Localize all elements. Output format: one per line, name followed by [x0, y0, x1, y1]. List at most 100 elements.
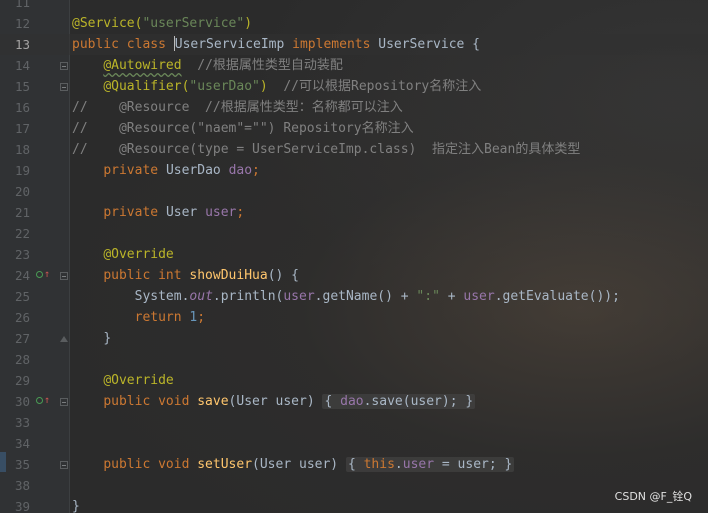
keyword: return — [134, 310, 190, 325]
code-line[interactable]: 24 ↑ public int showDuiHua() { — [0, 265, 708, 286]
fold-marker-icon[interactable] — [60, 272, 68, 280]
line-number: 28 — [14, 352, 30, 367]
keyword: private — [103, 163, 166, 178]
fold-marker-icon[interactable] — [60, 461, 68, 469]
code-punctuation: { — [347, 457, 364, 472]
code-line[interactable]: 26 return 1; — [0, 307, 708, 328]
code-punctuation: . — [394, 457, 403, 472]
string-literal: "userService" — [142, 16, 245, 31]
annotation: @Autowired — [103, 58, 182, 73]
annotation: @Qualifier( — [103, 79, 190, 94]
annotation: ) — [244, 16, 253, 31]
class-name: UserServiceImp — [174, 37, 285, 52]
code-line[interactable]: 22 — [0, 223, 708, 244]
line-number: 23 — [14, 247, 30, 262]
line-number: 16 — [14, 100, 30, 115]
code-line[interactable]: 30 ↑ public void save(User user) { dao.s… — [0, 391, 708, 412]
code-line[interactable]: 20 — [0, 181, 708, 202]
override-gutter-icon[interactable]: ↑ — [36, 270, 50, 282]
code-line[interactable]: 23 @Override — [0, 244, 708, 265]
field-name: user — [463, 289, 495, 304]
line-number: 12 — [14, 16, 30, 31]
code-line-current[interactable]: 13 public class UserServiceImp implement… — [0, 34, 708, 55]
line-number: 39 — [14, 499, 30, 513]
field-name: user — [402, 457, 435, 472]
annotation: @Override — [103, 373, 174, 388]
code-line[interactable]: 11 — [0, 0, 708, 13]
code-text: @Service("userService") — [72, 13, 252, 34]
semicolon: ; — [252, 163, 260, 178]
code-line[interactable]: 33 — [0, 412, 708, 433]
code-text: } — [72, 328, 111, 349]
collapsed-body[interactable]: { dao.save(user); } — [322, 394, 476, 409]
code-text: public int showDuiHua() { — [72, 265, 299, 286]
override-gutter-icon[interactable]: ↑ — [36, 396, 50, 408]
field-name: user — [205, 205, 237, 220]
line-number: 27 — [14, 331, 30, 346]
code-punctuation: () { — [267, 268, 299, 283]
collapsed-body[interactable]: { this.user = user; } — [345, 457, 515, 472]
line-number: 38 — [14, 478, 30, 493]
fold-marker-icon[interactable] — [60, 398, 68, 406]
method-name: showDuiHua — [189, 268, 268, 283]
code-line[interactable]: 29 @Override — [0, 370, 708, 391]
code-text: System.out.println(user.getName() + ":" … — [72, 286, 620, 307]
code-text: public void save(User user) { dao.save(u… — [72, 391, 476, 412]
string-literal: ":" — [416, 289, 440, 304]
code-token: .save(user); — [363, 394, 466, 409]
annotation: ) — [259, 79, 268, 94]
keyword: private — [103, 205, 166, 220]
code-line[interactable]: 28 — [0, 349, 708, 370]
static-field: out — [189, 289, 213, 304]
code-text: @Override — [72, 370, 174, 391]
line-number: 19 — [14, 163, 30, 178]
code-line[interactable]: 15 @Qualifier("userDao") //可以根据Repositor… — [0, 76, 708, 97]
code-text: @Autowired //根据属性类型自动装配 — [72, 55, 343, 76]
interface-name: UserService { — [378, 37, 480, 52]
semicolon: ; — [236, 205, 245, 220]
code-token: (User user) — [228, 394, 323, 409]
code-text: private UserDao dao; — [72, 160, 260, 181]
keyword: implements — [284, 37, 379, 52]
line-number: 30 — [14, 394, 30, 409]
code-line[interactable]: 21 private User user; — [0, 202, 708, 223]
comment: //可以根据Repository名称注入 — [283, 79, 482, 94]
line-number: 18 — [14, 142, 30, 157]
field-name: dao — [228, 163, 253, 178]
string-literal: "userDao" — [189, 79, 260, 94]
code-punctuation: } — [103, 331, 112, 346]
code-line[interactable]: 34 — [0, 433, 708, 454]
code-punctuation: } — [465, 394, 474, 409]
code-line[interactable]: 17 // @Resource("naem"="") Repository名称注… — [0, 118, 708, 139]
code-token: .getName() + — [314, 289, 417, 304]
code-editor[interactable]: 11 12 @Service("userService") 13 public … — [0, 0, 708, 513]
code-line[interactable]: 38 — [0, 475, 708, 496]
method-name: save — [197, 394, 229, 409]
code-token: .println( — [212, 289, 284, 304]
code-line[interactable]: 14 @Autowired //根据属性类型自动装配 — [0, 55, 708, 76]
code-line[interactable]: 18 // @Resource(type = UserServiceImp.cl… — [0, 139, 708, 160]
code-line[interactable]: 27 } — [0, 328, 708, 349]
code-line[interactable]: 19 private UserDao dao; — [0, 160, 708, 181]
fold-end-icon[interactable] — [60, 336, 68, 342]
code-token: System. — [134, 289, 190, 304]
annotation: @Override — [103, 247, 174, 262]
annotation: @Service( — [72, 16, 143, 31]
code-line[interactable]: 35 public void setUser(User user) { this… — [0, 454, 708, 475]
code-line[interactable]: 25 System.out.println(user.getName() + "… — [0, 286, 708, 307]
comment: // @Resource //根据属性类型：名称都可以注入 — [72, 100, 403, 115]
code-line[interactable]: 39 } — [0, 496, 708, 513]
code-text: private User user; — [72, 202, 244, 223]
code-line[interactable]: 16 // @Resource //根据属性类型：名称都可以注入 — [0, 97, 708, 118]
watermark: CSDN @F_铨Q — [614, 490, 692, 503]
code-line[interactable]: 12 @Service("userService") — [0, 13, 708, 34]
code-token: + — [439, 289, 464, 304]
line-number: 33 — [14, 415, 30, 430]
line-number: 17 — [14, 121, 30, 136]
fold-marker-icon[interactable] — [60, 62, 68, 70]
fold-marker-icon[interactable] — [60, 83, 68, 91]
line-number: 14 — [14, 58, 30, 73]
code-punctuation: } — [504, 457, 513, 472]
keyword: public void — [103, 457, 198, 472]
code-text: public void setUser(User user) { this.us… — [72, 454, 515, 475]
